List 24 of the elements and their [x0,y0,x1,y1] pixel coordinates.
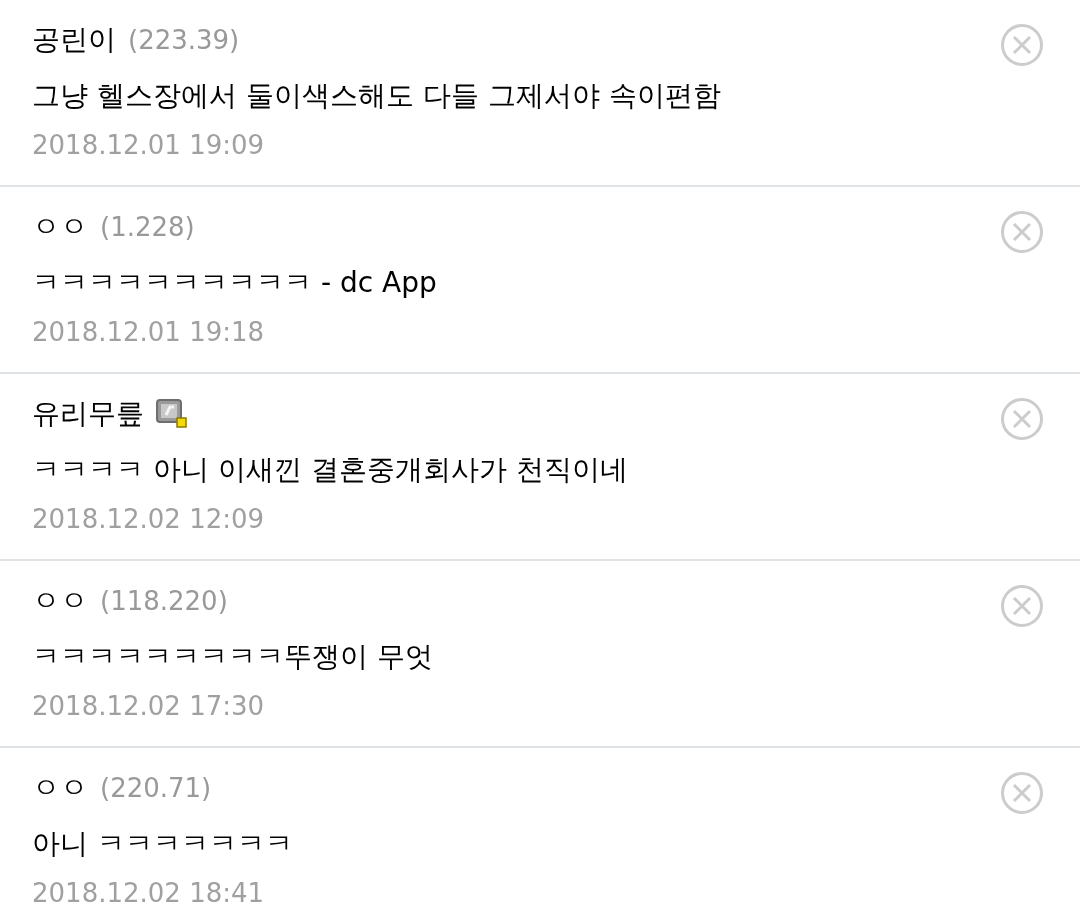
delete-icon[interactable] [1000,771,1044,815]
comment-date: 2018.12.02 12:09 [32,502,266,536]
comment-text: 아니 ㅋㅋㅋㅋㅋㅋㅋ [32,826,294,862]
ip-address: (223.39) [128,23,240,57]
author-name: ㅇㅇ [32,770,88,806]
comment-text: 그냥 헬스장에서 둘이색스해도 다들 그제서야 속이편함 [32,78,722,114]
author-name: 유리무릎 [32,396,144,432]
delete-icon[interactable] [1000,584,1044,628]
comment-date: 2018.12.01 19:18 [32,315,266,349]
delete-icon[interactable] [1000,23,1044,67]
author-name: 공린이 [32,22,116,58]
ip-address: (118.220) [100,584,228,618]
comment-date: 2018.12.02 17:30 [32,689,266,723]
delete-icon[interactable] [1000,397,1044,441]
ip-address: (1.228) [100,210,195,244]
comment-date: 2018.12.01 19:09 [32,128,266,162]
comment-text: ㅋㅋㅋㅋㅋㅋㅋㅋㅋ뚜쟁이 무엇 [32,639,434,675]
author-name: ㅇㅇ [32,583,88,619]
delete-icon[interactable] [1000,210,1044,254]
comment-date: 2018.12.02 18:41 [32,876,266,910]
comment-text: ㅋㅋㅋㅋㅋㅋㅋㅋㅋㅋ - dc App [32,265,438,301]
ip-address: (220.71) [100,771,212,805]
author-name: ㅇㅇ [32,209,88,245]
comment-text: ㅋㅋㅋㅋ 아니 이새낀 결혼중개회사가 천직이네 [32,452,629,488]
